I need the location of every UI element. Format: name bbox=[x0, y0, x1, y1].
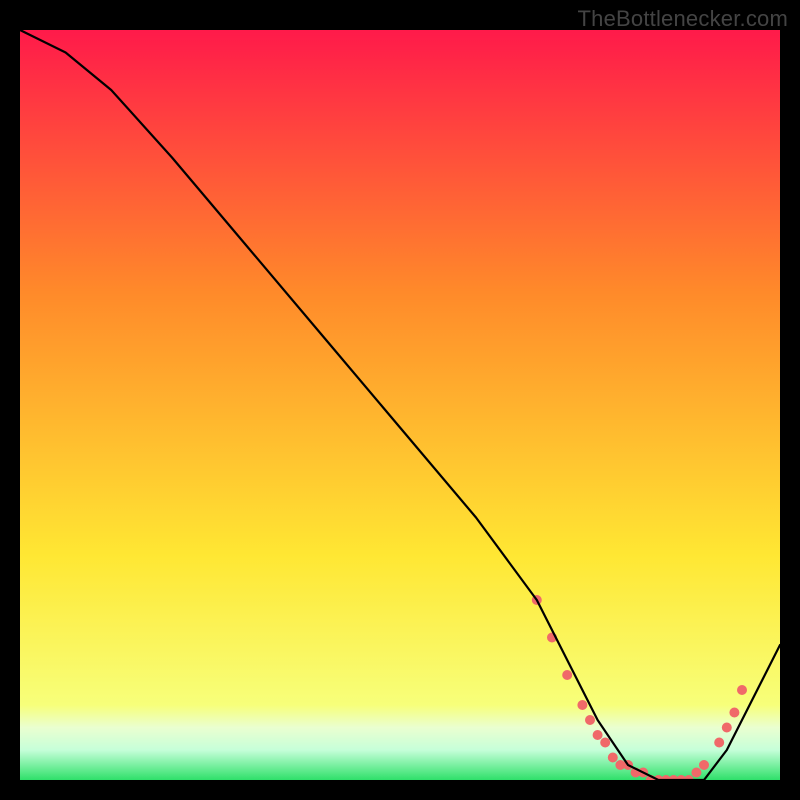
chart-container bbox=[20, 30, 780, 780]
chart-marker-point bbox=[585, 715, 595, 725]
chart-marker-point bbox=[593, 730, 603, 740]
watermark-text: TheBottlenecker.com bbox=[578, 6, 788, 32]
chart-marker-point bbox=[562, 670, 572, 680]
chart-marker-point bbox=[737, 685, 747, 695]
chart-background-gradient bbox=[20, 30, 780, 780]
chart-marker-point bbox=[699, 760, 709, 770]
chart-marker-point bbox=[600, 738, 610, 748]
chart-marker-point bbox=[714, 738, 724, 748]
chart-marker-point bbox=[729, 708, 739, 718]
chart-marker-point bbox=[691, 768, 701, 778]
chart-marker-point bbox=[608, 753, 618, 763]
chart-marker-point bbox=[722, 723, 732, 733]
chart-marker-point bbox=[577, 700, 587, 710]
bottleneck-chart bbox=[20, 30, 780, 780]
